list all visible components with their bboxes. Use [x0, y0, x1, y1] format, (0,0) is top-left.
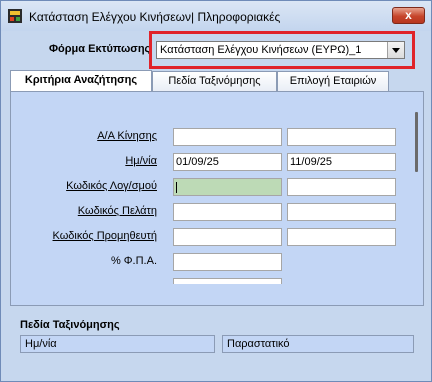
close-button[interactable]: x: [392, 7, 425, 24]
chevron-down-icon[interactable]: [387, 42, 404, 58]
text-caret: [176, 182, 177, 193]
tab-sort-fields[interactable]: Πεδία Ταξινόμησης: [152, 71, 277, 91]
tab-search-criteria[interactable]: Κριτήρια Αναζήτησης: [10, 70, 152, 92]
aa-kinisis-label[interactable]: Α/Α Κίνησης: [97, 130, 157, 142]
sort-fields-title: Πεδία Ταξινόμησης: [20, 319, 120, 331]
form-label: Φόρμα Εκτύπωσης: [49, 43, 151, 55]
aa-kinisis-from-input[interactable]: [173, 128, 282, 146]
supplier-code-from-input[interactable]: [173, 228, 282, 246]
close-icon: x: [405, 8, 412, 22]
criteria-panel: Α/Α Κίνησης Ημ/νία 01/09/25 11/09/25 Κωδ…: [10, 91, 424, 306]
date-to-input[interactable]: 11/09/25: [287, 153, 396, 171]
app-icon: [8, 9, 22, 23]
supplier-code-label[interactable]: Κωδικός Προμηθευτή: [53, 230, 157, 242]
form-select-value: Κατάσταση Ελέγχου Κινήσεων (ΕΥΡΩ)_1: [160, 44, 362, 56]
customer-code-to-input[interactable]: [287, 203, 396, 221]
scrollbar-thumb[interactable]: [415, 112, 418, 172]
vat-input[interactable]: [173, 253, 282, 271]
account-code-from-input[interactable]: [173, 178, 282, 196]
customer-code-label[interactable]: Κωδικός Πελάτη: [78, 205, 157, 217]
aa-kinisis-to-input[interactable]: [287, 128, 396, 146]
next-field-input[interactable]: [173, 278, 282, 284]
vat-label: % Φ.Π.Α.: [110, 255, 157, 267]
customer-code-from-input[interactable]: [173, 203, 282, 221]
account-code-label[interactable]: Κωδικός Λογ/σμού: [66, 180, 157, 192]
supplier-code-to-input[interactable]: [287, 228, 396, 246]
sort-field-1[interactable]: Ημ/νία: [20, 335, 215, 353]
report-window: Κατάσταση Ελέγχου Κινήσεων| Πληροφοριακέ…: [0, 0, 432, 382]
account-code-to-input[interactable]: [287, 178, 396, 196]
title-bar[interactable]: Κατάσταση Ελέγχου Κινήσεων| Πληροφοριακέ…: [1, 1, 431, 31]
date-label[interactable]: Ημ/νία: [125, 155, 157, 167]
sort-field-2[interactable]: Παραστατικό: [222, 335, 414, 353]
tab-company-selection[interactable]: Επιλογή Εταιριών: [277, 71, 389, 91]
date-from-input[interactable]: 01/09/25: [173, 153, 282, 171]
window-title: Κατάσταση Ελέγχου Κινήσεων| Πληροφοριακέ…: [29, 10, 281, 24]
form-select[interactable]: Κατάσταση Ελέγχου Κινήσεων (ΕΥΡΩ)_1: [156, 41, 405, 59]
